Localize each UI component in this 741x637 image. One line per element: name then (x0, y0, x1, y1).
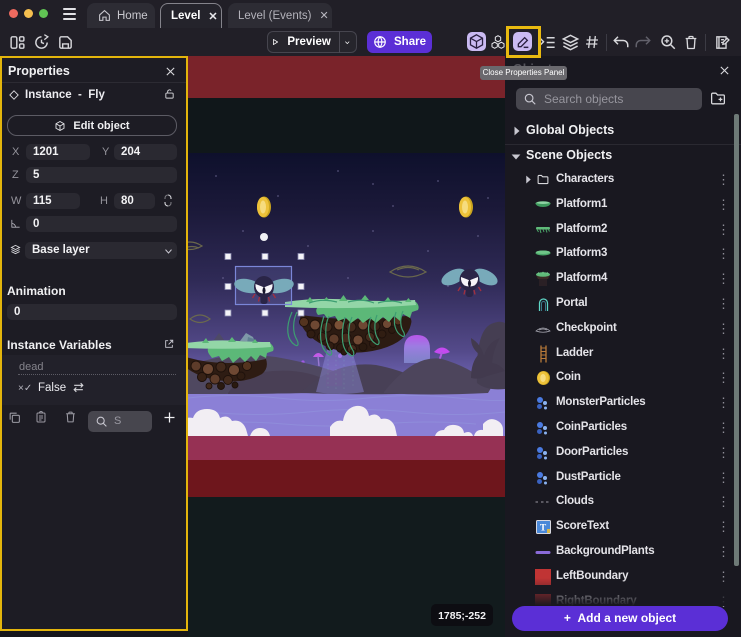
svg-text:T: T (540, 524, 547, 534)
svg-text:1785;-252: 1785;-252 (438, 610, 486, 622)
